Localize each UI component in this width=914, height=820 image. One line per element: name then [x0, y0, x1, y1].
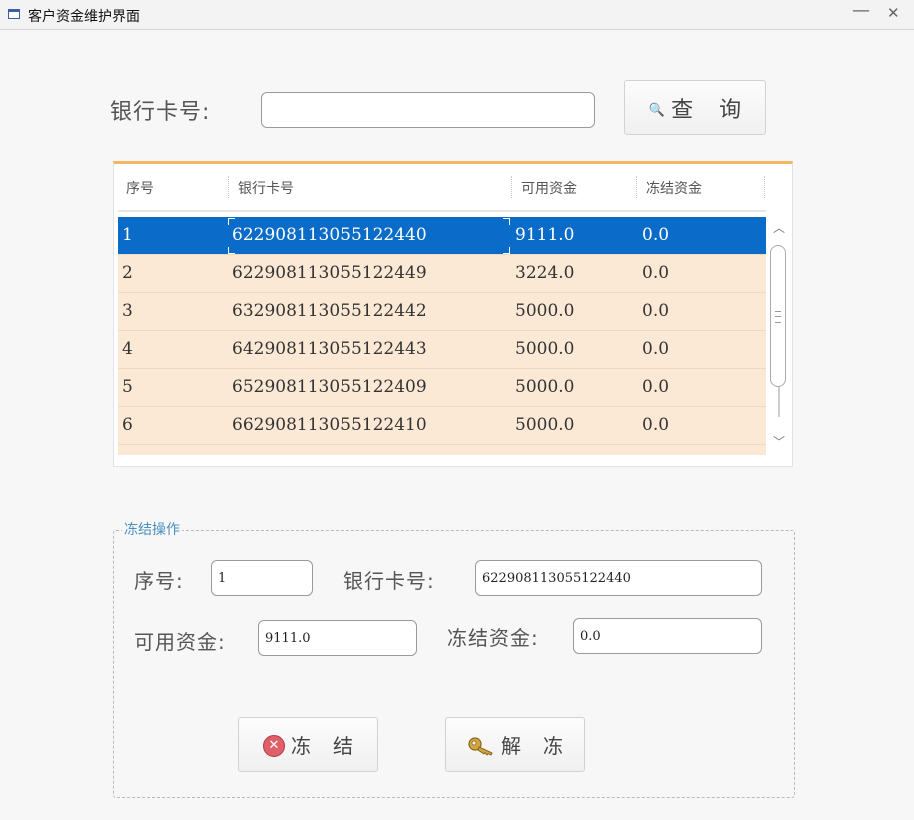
cell-frozen-funds: 0.0: [642, 225, 670, 245]
column-header-available[interactable]: 可用资金: [521, 178, 577, 198]
cell-frozen-funds: 0.0: [642, 263, 670, 283]
column-header-card[interactable]: 银行卡号: [238, 178, 294, 198]
column-separator: [636, 176, 637, 198]
cell-seq: 4: [122, 339, 133, 359]
cell-frozen-funds: 0.0: [642, 377, 670, 397]
column-separator: [764, 176, 765, 198]
table-row[interactable]: 3 632908113055122442 5000.0 0.0: [118, 293, 766, 331]
column-separator: [511, 176, 512, 198]
cell-card-number: 622908113055122449: [232, 263, 427, 283]
freeze-button[interactable]: ✕ 冻结: [238, 717, 378, 772]
freeze-button-label: 冻结: [291, 734, 375, 758]
card-search-input[interactable]: [261, 92, 595, 128]
table-row[interactable]: 4 642908113055122443 5000.0 0.0: [118, 331, 766, 369]
cell-available-funds: 5000.0: [515, 453, 574, 455]
cell-focus-corner: [228, 218, 235, 225]
search-icon: 🔍: [648, 102, 666, 118]
seq-label: 序号:: [134, 569, 184, 593]
available-funds-field[interactable]: [258, 620, 417, 656]
cell-available-funds: 5000.0: [515, 301, 575, 321]
cell-card-number: 622908113055122440: [232, 225, 427, 245]
cell-seq: 6: [122, 415, 133, 435]
scrollbar-grip-icon: [775, 311, 781, 323]
table-row[interactable]: 7 672908113055122411 5000.0 0.0: [118, 445, 766, 455]
table-row[interactable]: 2 622908113055122449 3224.0 0.0: [118, 255, 766, 293]
unfreeze-button-label: 解冻: [501, 734, 585, 758]
cell-frozen-funds: 0.0: [642, 453, 669, 455]
cell-frozen-funds: 0.0: [642, 415, 670, 435]
close-button[interactable]: ✕: [887, 4, 900, 22]
table-row[interactable]: 6 662908113055122410 5000.0 0.0: [118, 407, 766, 445]
card-label: 银行卡号:: [343, 569, 435, 593]
cell-card-number: 652908113055122409: [232, 377, 427, 397]
cell-available-funds: 9111.0: [515, 225, 575, 245]
seq-field[interactable]: [211, 560, 313, 596]
unfreeze-button[interactable]: 解冻: [445, 717, 585, 772]
table-scrollbar[interactable]: ︿ ﹀: [769, 217, 789, 455]
cell-seq: 3: [122, 301, 133, 321]
query-button[interactable]: 🔍 查询: [624, 80, 766, 135]
cell-frozen-funds: 0.0: [642, 339, 670, 359]
card-number-field[interactable]: [475, 560, 762, 596]
table-header: 序号 银行卡号 可用资金 冻结资金: [118, 164, 766, 212]
search-label: 银行卡号:: [110, 100, 211, 125]
column-header-seq[interactable]: 序号: [126, 178, 154, 198]
table-row[interactable]: 5 652908113055122409 5000.0 0.0: [118, 369, 766, 407]
cell-available-funds: 5000.0: [515, 415, 575, 435]
window-icon: [8, 9, 20, 19]
cell-seq: 5: [122, 377, 133, 397]
column-separator: [228, 176, 229, 198]
cell-card-number: 632908113055122442: [232, 301, 427, 321]
table-row[interactable]: 1 622908113055122440 9111.0 0.0: [118, 217, 766, 255]
freeze-group-legend: 冻结操作: [122, 519, 182, 539]
scroll-down-icon[interactable]: ﹀: [773, 433, 785, 450]
key-icon: [468, 736, 493, 756]
available-funds-label: 可用资金:: [134, 630, 226, 654]
cell-card-number: 672908113055122411: [232, 453, 427, 455]
frozen-funds-label: 冻结资金:: [447, 626, 539, 650]
scroll-up-icon[interactable]: ︿: [773, 219, 785, 236]
cell-card-number: 642908113055122443: [232, 339, 427, 359]
scrollbar-thumb[interactable]: [770, 245, 786, 387]
column-header-frozen[interactable]: 冻结资金: [646, 178, 702, 198]
table-body: 1 622908113055122440 9111.0 0.0 2 62290811305…: [118, 217, 766, 455]
frozen-funds-field[interactable]: [573, 618, 762, 654]
account-table: 序号 银行卡号 可用资金 冻结资金 1 622908113055122440 911…: [113, 161, 793, 467]
cell-card-number: 662908113055122410: [232, 415, 427, 435]
cell-seq: 2: [122, 263, 133, 283]
title-bar: 客户资金维护界面 — ✕: [0, 0, 914, 30]
cell-focus-corner: [503, 218, 510, 225]
cell-available-funds: 5000.0: [515, 377, 575, 397]
cell-focus-corner: [503, 247, 510, 254]
cell-available-funds: 3224.0: [515, 263, 575, 283]
cell-available-funds: 5000.0: [515, 339, 575, 359]
cell-seq: 1: [122, 225, 133, 245]
window-title: 客户资金维护界面: [28, 9, 140, 25]
cell-seq: 7: [122, 453, 133, 455]
close-circle-icon: ✕: [263, 734, 285, 757]
cell-focus-corner: [228, 247, 235, 254]
cell-frozen-funds: 0.0: [642, 301, 670, 321]
query-button-label: 查询: [671, 97, 768, 123]
minimize-button[interactable]: —: [852, 0, 870, 21]
